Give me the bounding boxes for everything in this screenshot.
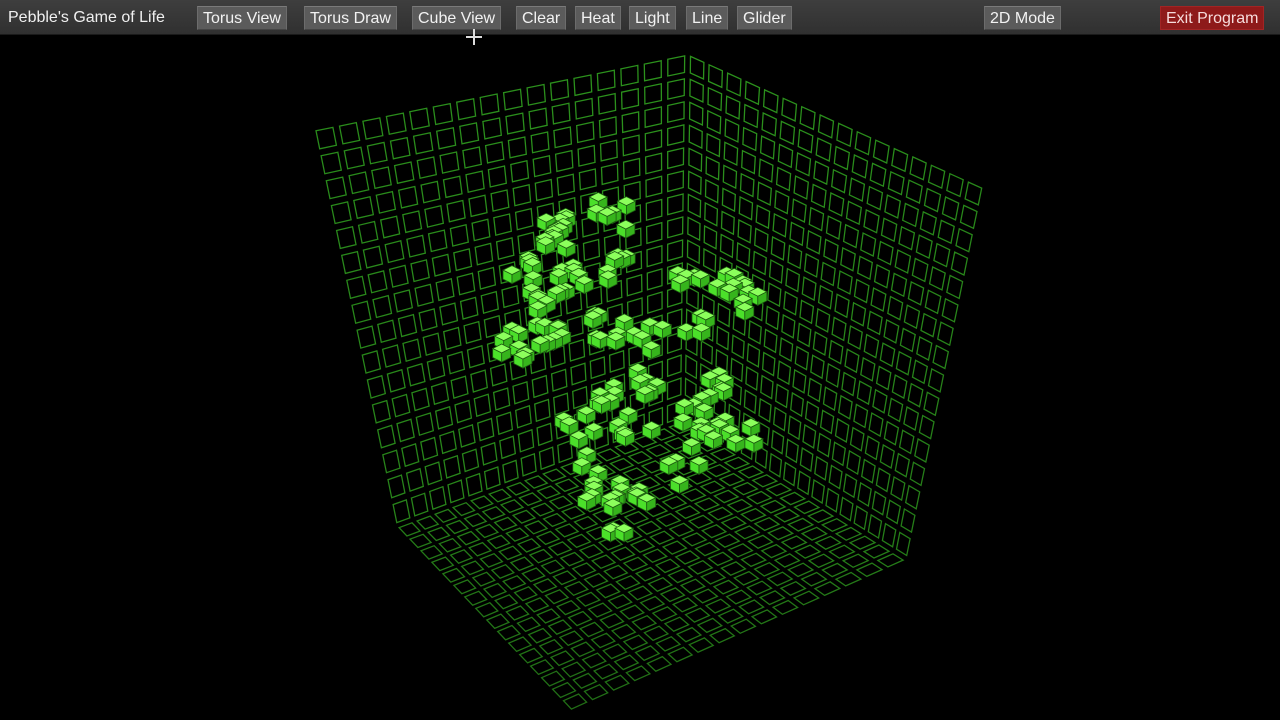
2d-mode-button[interactable]: 2D Mode xyxy=(984,6,1061,30)
live-cell xyxy=(502,265,522,285)
heat-button[interactable]: Heat xyxy=(575,6,621,30)
live-cell xyxy=(669,474,690,494)
live-cell xyxy=(673,412,693,432)
crosshair-cursor-icon xyxy=(466,29,482,45)
exit-program-button[interactable]: Exit Program xyxy=(1160,6,1265,30)
app-title: Pebble's Game of Life xyxy=(8,9,165,26)
live-cell xyxy=(744,433,764,454)
cube-grid-scene[interactable] xyxy=(0,36,1280,720)
toolbar: Pebble's Game of Life Torus View Torus D… xyxy=(0,0,1280,35)
line-button[interactable]: Line xyxy=(686,6,729,30)
clear-button[interactable]: Clear xyxy=(516,6,567,30)
torus-draw-button[interactable]: Torus Draw xyxy=(304,6,397,30)
right-wall-grid xyxy=(684,55,983,557)
glider-button[interactable]: Glider xyxy=(737,6,792,30)
app-window: Pebble's Game of Life Torus View Torus D… xyxy=(0,0,1280,720)
torus-view-button[interactable]: Torus View xyxy=(197,6,287,30)
light-button[interactable]: Light xyxy=(629,6,676,30)
live-cells xyxy=(491,192,768,543)
cube-view-button[interactable]: Cube View xyxy=(412,6,502,30)
3d-viewport[interactable] xyxy=(0,36,1280,720)
